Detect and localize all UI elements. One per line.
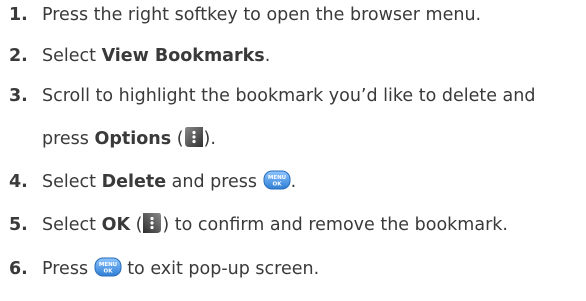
step-text: Select OK () to confirm and remove the b… xyxy=(42,213,586,237)
step-text: Select Delete and press MENU OK. xyxy=(42,170,297,192)
svg-text:MENU: MENU xyxy=(98,262,116,268)
menu-item-delete: Delete xyxy=(101,172,167,192)
menu-item-view-bookmarks: View Bookmarks xyxy=(101,46,265,66)
softkey-icon xyxy=(184,127,203,147)
step-number: 1. xyxy=(9,5,28,25)
menu-item-ok: OK xyxy=(101,215,130,235)
step-text: Press the right softkey to open the brow… xyxy=(42,5,482,25)
step-text: Select View Bookmarks. xyxy=(42,46,271,66)
menu-ok-key-icon: MENUOK xyxy=(263,170,291,190)
step-number: 4. xyxy=(9,172,28,192)
step-text-line-2: press Options (). xyxy=(42,127,216,151)
step-number: 3. xyxy=(9,86,28,106)
svg-text:OK: OK xyxy=(103,269,113,275)
step-text-line-1: Scroll to highlight the bookmark you’d l… xyxy=(42,86,536,106)
menu-item-options: Options xyxy=(94,129,172,149)
instruction-steps: 1. Press the right softkey to open the b… xyxy=(0,0,586,301)
softkey-icon xyxy=(143,213,162,233)
menu-ok-key-icon: MENUOK xyxy=(94,257,122,277)
step-number: 5. xyxy=(9,215,28,235)
step-text: Press MENU OK to exit pop-up screen. xyxy=(42,257,320,279)
svg-text:OK: OK xyxy=(272,182,282,188)
step-number: 2. xyxy=(9,46,28,66)
step-number: 6. xyxy=(9,259,28,279)
svg-text:MENU: MENU xyxy=(267,175,285,181)
